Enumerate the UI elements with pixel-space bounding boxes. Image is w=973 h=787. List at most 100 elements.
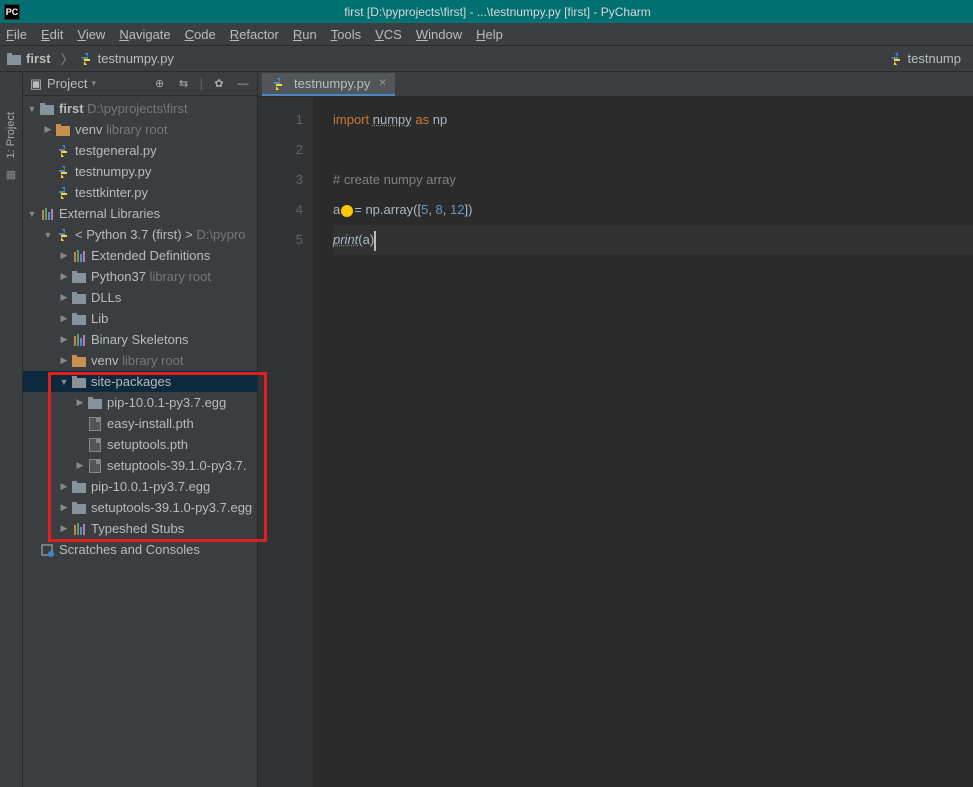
right-tab-label: testnump	[908, 51, 961, 66]
folder-icon	[87, 395, 103, 411]
tree-row[interactable]: ▼ < Python 3.7 (first) > D:\pypro	[23, 224, 257, 245]
title-bar: PC first [D:\pyprojects\first] - ...\tes…	[0, 0, 973, 23]
right-tab[interactable]: testnump	[882, 49, 967, 69]
tree-row[interactable]: easy-install.pth	[23, 413, 257, 434]
target-icon[interactable]: ⊕	[152, 76, 168, 92]
python-icon	[78, 51, 94, 67]
tree-label: testtkinter.py	[75, 185, 148, 200]
close-icon[interactable]: ✕	[378, 78, 386, 89]
tree-label: pip-10.0.1-py3.7.egg	[91, 479, 210, 494]
tree-row[interactable]: Scratches and Consoles	[23, 539, 257, 560]
tree-row[interactable]: ▶Extended Definitions	[23, 245, 257, 266]
breadcrumb-file-label: testnumpy.py	[98, 51, 174, 66]
tree-row[interactable]: ▼site-packages	[23, 371, 257, 392]
tree-row[interactable]: ▼ first D:\pyprojects\first	[23, 98, 257, 119]
tree-row[interactable]: ▶Binary Skeletons	[23, 329, 257, 350]
left-tool-strip: 1: Project ▦	[0, 72, 23, 787]
tree-label: easy-install.pth	[107, 416, 194, 431]
tree-row[interactable]: ▶ pip-10.0.1-py3.7.egg	[23, 476, 257, 497]
python-icon	[55, 185, 71, 201]
tree-suffix: D:\pypro	[193, 227, 246, 242]
gear-icon[interactable]: ✿	[211, 76, 227, 92]
menu-file[interactable]: File	[6, 27, 27, 42]
tree-arrow-icon[interactable]: ▶	[59, 271, 69, 282]
python-icon	[55, 227, 71, 243]
tree-label: venv	[91, 353, 118, 368]
tree-row[interactable]: ▶DLLs	[23, 287, 257, 308]
tree-row[interactable]: testtkinter.py	[23, 182, 257, 203]
chevron-down-icon[interactable]: ▾	[91, 78, 96, 89]
tree-row[interactable]: ▶Lib	[23, 308, 257, 329]
project-icon: ▣	[29, 77, 43, 91]
tree-row[interactable]: ▶Typeshed Stubs	[23, 518, 257, 539]
tree-suffix: library root	[102, 122, 167, 137]
tree-row[interactable]: setuptools.pth	[23, 434, 257, 455]
tree-arrow-icon[interactable]: ▶	[59, 523, 69, 534]
menu-window[interactable]: Window	[416, 27, 462, 42]
code-editor[interactable]: import numpy as np # create numpy array …	[313, 97, 973, 787]
tree-row[interactable]: ▶ setuptools-39.1.0-py3.7.egg	[23, 497, 257, 518]
tree-arrow-icon[interactable]: ▼	[43, 230, 53, 240]
project-panel: ▣ Project ▾ ⊕ ⇆ | ✿ — ▼first D:\pyprojec…	[23, 72, 258, 787]
tree-arrow-icon[interactable]: ▶	[59, 481, 69, 492]
tree-row[interactable]: ▶pip-10.0.1-py3.7.egg	[23, 392, 257, 413]
tree-arrow-icon[interactable]: ▶	[75, 460, 85, 471]
tree-arrow-icon[interactable]: ▼	[27, 209, 37, 219]
menu-view[interactable]: View	[77, 27, 105, 42]
tree-row[interactable]: ▶venv library root	[23, 350, 257, 371]
tab-label: testnumpy.py	[294, 76, 370, 91]
tree-arrow-icon[interactable]: ▼	[27, 104, 37, 114]
hide-icon[interactable]: —	[235, 76, 251, 92]
tree-row[interactable]: testgeneral.py	[23, 140, 257, 161]
tree-arrow-icon[interactable]: ▶	[59, 313, 69, 324]
python-icon	[55, 143, 71, 159]
breadcrumb-root[interactable]: first	[6, 51, 51, 67]
editor-area: testnumpy.py ✕ 1 2 3 4 5 import numpy as…	[258, 72, 973, 787]
menu-refactor[interactable]: Refactor	[230, 27, 279, 42]
text-cursor	[374, 231, 376, 251]
intention-bulb-icon[interactable]	[341, 205, 353, 217]
menu-vcs[interactable]: VCS	[375, 27, 402, 42]
folder-orange-icon	[71, 353, 87, 369]
tree-label: testnumpy.py	[75, 164, 151, 179]
tree-arrow-icon[interactable]: ▶	[59, 334, 69, 345]
window-title: first [D:\pyprojects\first] - ...\testnu…	[26, 5, 969, 19]
python-icon	[888, 51, 904, 67]
menu-navigate[interactable]: Navigate	[119, 27, 170, 42]
tree-suffix: D:\pyprojects\first	[84, 101, 188, 116]
tree-arrow-icon[interactable]: ▶	[43, 124, 53, 135]
tree-arrow-icon[interactable]: ▶	[59, 502, 69, 513]
menu-edit[interactable]: Edit	[41, 27, 63, 42]
tree-row[interactable]: testnumpy.py	[23, 161, 257, 182]
tree-label: venv	[75, 122, 102, 137]
tree-row[interactable]: ▶ setuptools-39.1.0-py3.7.	[23, 455, 257, 476]
divider: |	[200, 76, 203, 91]
menu-code[interactable]: Code	[185, 27, 216, 42]
tree-label: setuptools-39.1.0-py3.7.	[107, 458, 246, 473]
tree-label: setuptools-39.1.0-py3.7.egg	[91, 500, 252, 515]
folder-icon	[71, 479, 87, 495]
folder-icon	[39, 101, 55, 117]
tree-arrow-icon[interactable]: ▶	[59, 355, 69, 366]
tree-row[interactable]: ▶Python37 library root	[23, 266, 257, 287]
tree-label: first	[59, 101, 84, 116]
tree-row[interactable]: ▼External Libraries	[23, 203, 257, 224]
project-tree[interactable]: ▼ first D:\pyprojects\first ▶ venv library …	[23, 96, 257, 787]
tool-project-button[interactable]: 1: Project	[5, 112, 17, 158]
menu-tools[interactable]: Tools	[331, 27, 361, 42]
tab-testnumpy[interactable]: testnumpy.py ✕	[262, 73, 395, 96]
tree-arrow-icon[interactable]: ▶	[59, 292, 69, 303]
menu-run[interactable]: Run	[293, 27, 317, 42]
structure-icon[interactable]: ▦	[6, 168, 16, 181]
collapse-icon[interactable]: ⇆	[176, 76, 192, 92]
breadcrumb-file[interactable]: testnumpy.py	[78, 51, 174, 67]
tree-arrow-icon[interactable]: ▶	[75, 397, 85, 408]
tree-label: < Python 3.7 (first) >	[75, 227, 193, 242]
tree-row[interactable]: ▶ venv library root	[23, 119, 257, 140]
textfile-icon	[87, 437, 103, 453]
menu-help[interactable]: Help	[476, 27, 503, 42]
breadcrumb-separator: 〉	[61, 49, 74, 68]
textfile-icon	[87, 416, 103, 432]
tree-arrow-icon[interactable]: ▼	[59, 377, 69, 387]
tree-arrow-icon[interactable]: ▶	[59, 250, 69, 261]
